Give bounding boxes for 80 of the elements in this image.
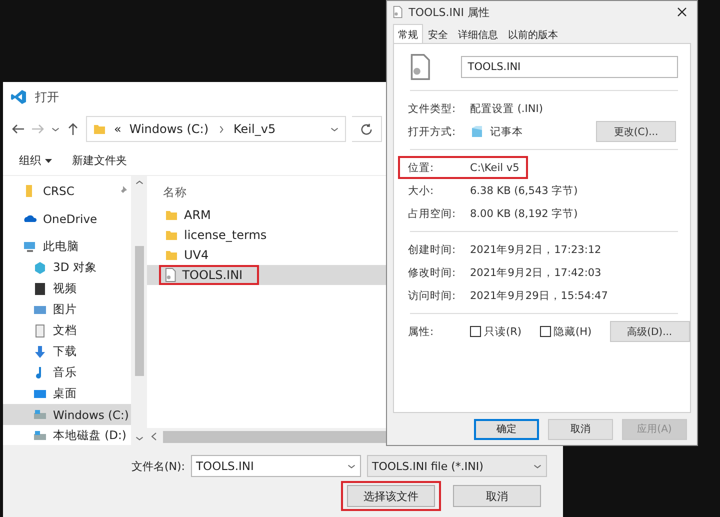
property-value: 6.38 KB (6,543 字节) [470, 184, 578, 198]
up-arrow-icon[interactable] [66, 122, 80, 136]
film-icon [33, 282, 47, 296]
overflow-crumb[interactable]: « [114, 122, 122, 136]
sidebar-item[interactable]: Windows (C:) [3, 404, 131, 425]
chevron-down-icon [134, 434, 144, 443]
property-value: 配置设置 (.INI) [470, 102, 543, 116]
property-label: 创建时间: [408, 242, 457, 256]
file-name[interactable]: TOOLS.INI [182, 268, 243, 282]
property-value: 记事本 [490, 124, 523, 138]
file-name[interactable]: ARM [184, 208, 211, 222]
refresh-button[interactable] [352, 116, 382, 142]
file-icon [410, 54, 431, 80]
property-value: 2021年9月29日，15:54:47 [470, 288, 608, 302]
refresh-icon [360, 122, 373, 136]
field-label: 文件名(N): [131, 458, 185, 474]
computer-icon [23, 240, 37, 254]
tab[interactable]: 安全 [423, 26, 453, 43]
address-bar[interactable]: « Windows (C:) Keil_v5 [86, 116, 346, 142]
toolbar-button[interactable]: 组织 [19, 153, 52, 168]
tab[interactable]: 以前的版本 [503, 26, 563, 43]
sidebar-item[interactable]: OneDrive [3, 208, 131, 229]
back-arrow-icon[interactable] [11, 122, 25, 136]
sidebar-item[interactable]: 下载 [3, 341, 131, 362]
file-icon [393, 6, 403, 18]
sidebar-item[interactable]: 音乐 [3, 362, 131, 383]
sidebar-item[interactable]: 此电脑 [3, 236, 131, 257]
breadcrumb[interactable]: Keil_v5 [234, 122, 276, 136]
property-value: 8.00 KB (8,192 字节) [470, 206, 578, 220]
property-value: C:\Keil v5 [470, 162, 520, 174]
sidebar-item[interactable]: 桌面 [3, 383, 131, 404]
property-label: 位置: [408, 160, 435, 174]
file-name-field[interactable]: TOOLS.INI [191, 455, 361, 477]
advanced-button[interactable]: 高级(D)... [610, 321, 690, 342]
file-name[interactable]: UV4 [184, 248, 209, 262]
sidebar-item[interactable]: 文档 [3, 320, 131, 341]
drive-icon [33, 428, 47, 442]
drive-icon [33, 408, 47, 422]
file-icon [165, 268, 176, 282]
checkbox[interactable]: 只读(R) [470, 324, 522, 338]
chevron-left-icon [151, 432, 157, 441]
document-icon [33, 324, 47, 338]
sidebar-item[interactable]: CRSC [3, 180, 131, 201]
sidebar-item[interactable]: 视频 [3, 278, 131, 299]
column-header[interactable]: 名称 [163, 184, 187, 200]
property-label: 占用空间: [408, 206, 457, 220]
dialog-button[interactable]: 取消 [453, 485, 541, 507]
sidebar-item[interactable]: 3D 对象 [3, 257, 131, 278]
sidebar-item[interactable]: 本地磁盘 (D:) [3, 425, 131, 445]
change-button[interactable]: 更改(C)... [596, 121, 676, 142]
tab[interactable]: 详细信息 [453, 26, 503, 43]
checkbox-box[interactable] [470, 326, 481, 337]
app-logo-icon [11, 89, 27, 105]
checkbox-box[interactable] [540, 326, 550, 337]
notepad-icon [470, 124, 484, 138]
property-label: 属性: [408, 324, 435, 338]
dialog-button[interactable]: 选择该文件 [347, 485, 435, 507]
window-title: 打开 [35, 88, 59, 106]
checkbox[interactable]: 隐藏(H) [540, 324, 592, 338]
close-icon [677, 7, 687, 17]
toolbar-button[interactable]: 新建文件夹 [72, 153, 127, 168]
property-label: 修改时间: [408, 266, 457, 280]
vertical-scrollbar[interactable] [131, 176, 147, 445]
property-label: 文件类型: [408, 102, 457, 116]
window-title: TOOLS.INI 属性 [408, 4, 490, 20]
file-type-dropdown[interactable]: TOOLS.INI file (*.INI) [367, 455, 547, 477]
dialog-button[interactable]: 确定 [474, 418, 539, 440]
chevron-up-icon [134, 178, 144, 187]
breadcrumb[interactable]: Windows (C:) [129, 122, 209, 136]
sidebar-item[interactable]: 图片 [3, 299, 131, 320]
property-label: 大小: [408, 184, 435, 198]
property-label: 打开方式: [408, 124, 457, 138]
file-name[interactable]: license_terms [184, 228, 267, 242]
download-arrow-icon [33, 344, 47, 358]
file-name-field[interactable]: TOOLS.INI [460, 56, 678, 78]
tab[interactable]: 常规 [393, 24, 423, 44]
property-value: 2021年9月2日，17:23:12 [470, 242, 602, 256]
dialog-button[interactable]: 取消 [548, 418, 613, 440]
cube-icon [33, 260, 47, 274]
property-label: 访问时间: [408, 288, 457, 302]
